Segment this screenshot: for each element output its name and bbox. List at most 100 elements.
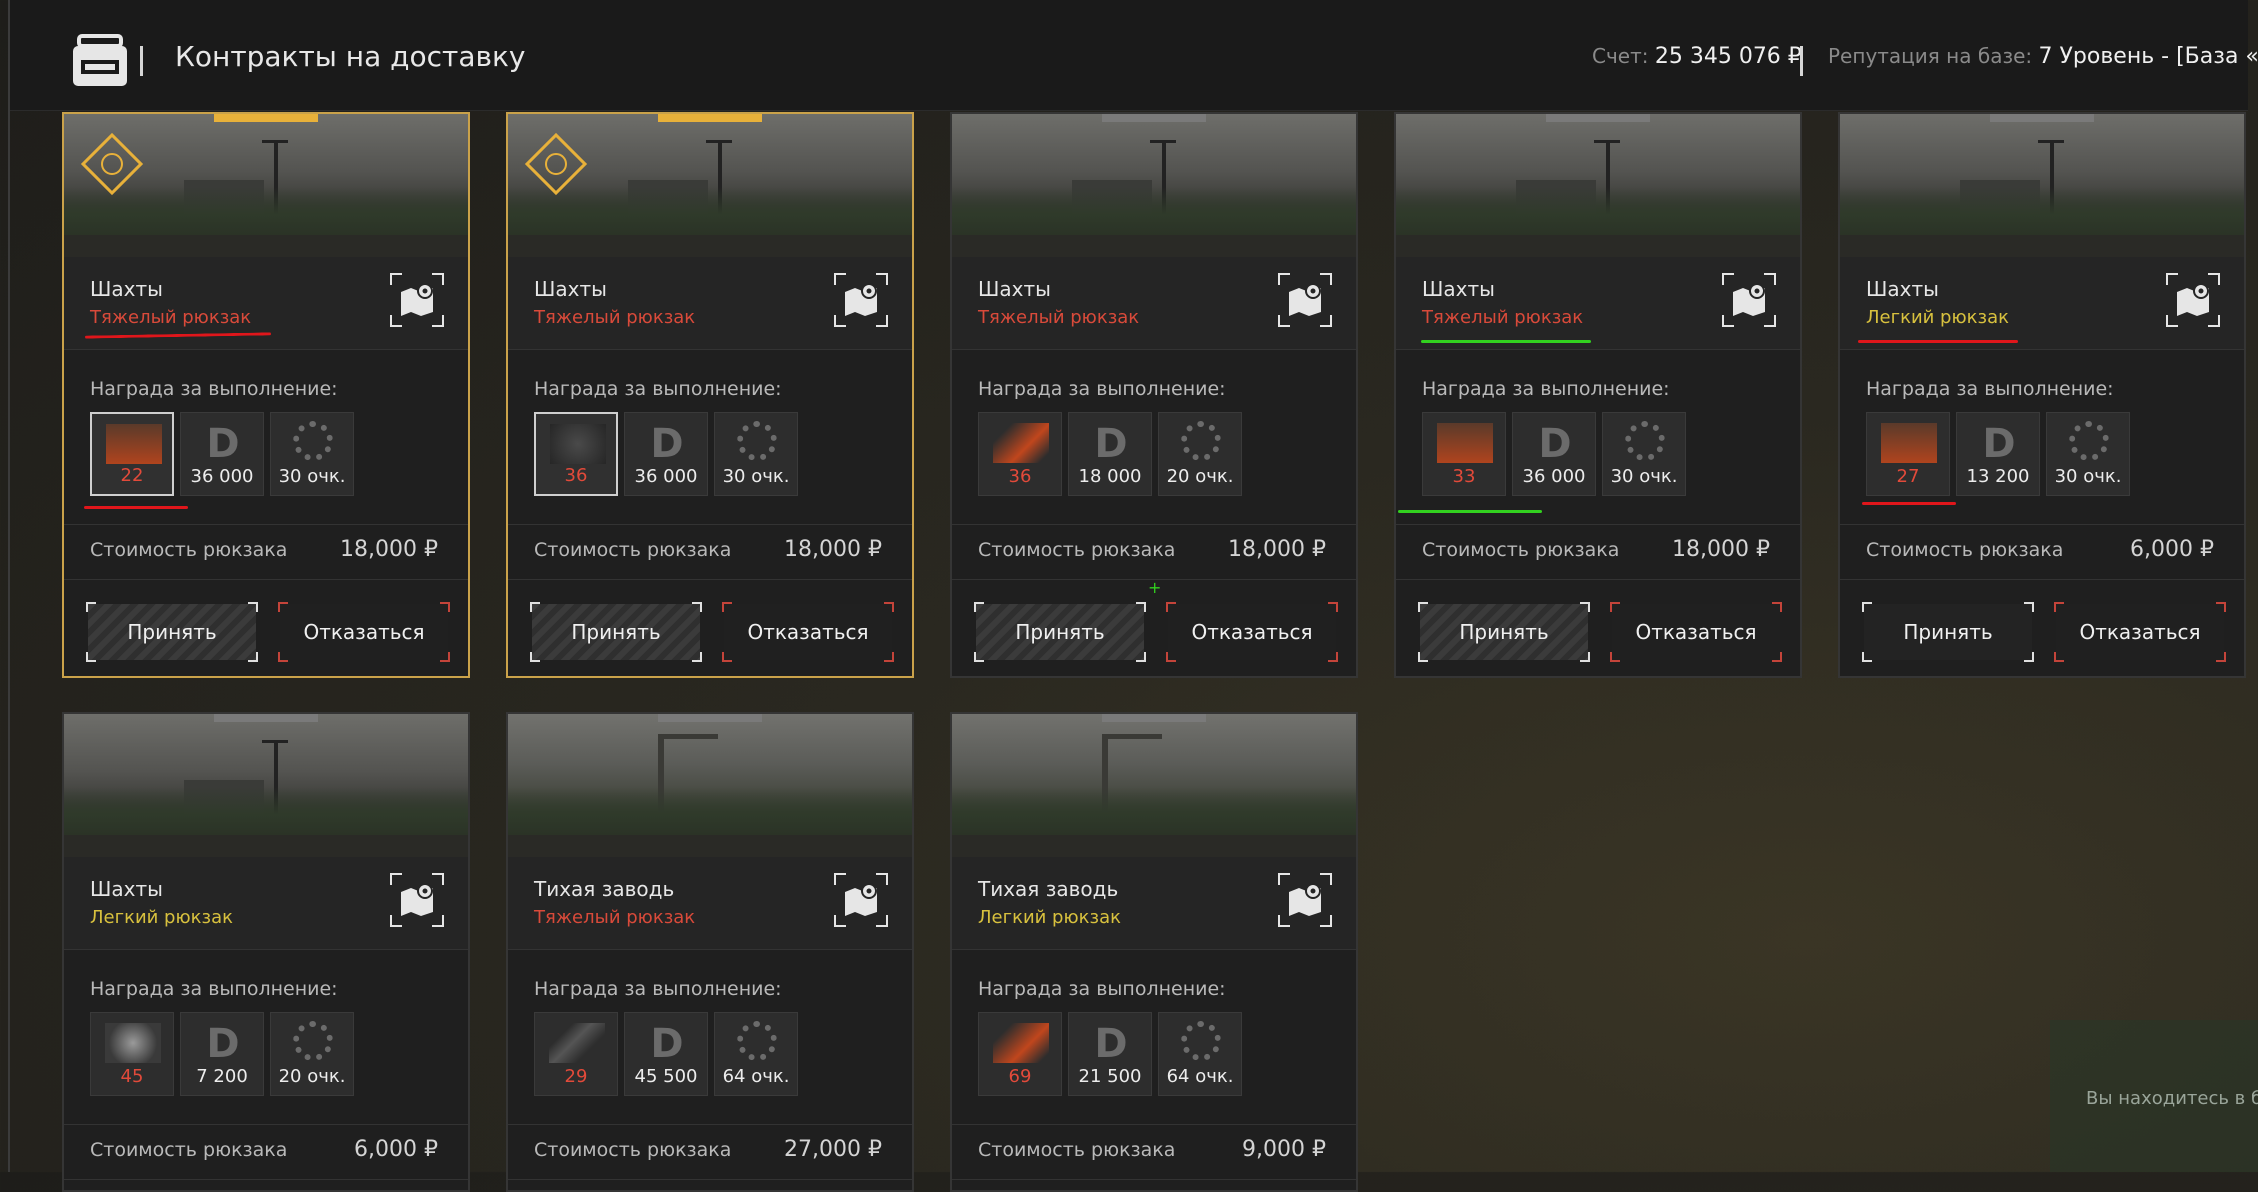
accept-button[interactable]: Принять: [532, 604, 700, 660]
decline-button[interactable]: Отказаться: [724, 604, 892, 660]
item-icon: [549, 1023, 605, 1063]
location-name: Шахты: [1422, 277, 1495, 301]
reward-value: 21 500: [1069, 1066, 1151, 1087]
reward-value: 36 000: [1513, 466, 1595, 487]
accept-button[interactable]: Принять: [1420, 604, 1588, 660]
header-bar: Контракты на доставку Счет: 25 345 076 ₽…: [10, 0, 2248, 111]
reward-money: D 13 200: [1956, 412, 2040, 496]
reward-item[interactable]: 33: [1422, 412, 1506, 496]
backpack-cost-row: Стоимость рюкзака 18,000 ₽: [952, 524, 1356, 580]
reputation-icon: [737, 421, 777, 461]
accept-button[interactable]: Принять: [88, 604, 256, 660]
backpack-type: Легкий рюкзак: [978, 907, 1121, 928]
contract-card[interactable]: Шахты Легкий рюкзак Награда за выполнени…: [1838, 112, 2246, 678]
card-info: Тихая заводь Легкий рюкзак: [952, 857, 1356, 950]
card-top-tab: [1990, 114, 2094, 122]
reward-points: 30 очк.: [2046, 412, 2130, 496]
location-preview-image: [508, 114, 912, 257]
reputation-value: 7 Уровень - [База «Зари»]: [2039, 44, 2258, 69]
reward-value: 36 000: [181, 466, 263, 487]
cost-label: Стоимость рюкзака: [90, 1139, 287, 1161]
item-icon: [106, 424, 162, 464]
contract-card[interactable]: Шахты Тяжелый рюкзак Награда за выполнен…: [62, 112, 470, 678]
decline-label: Отказаться: [1191, 620, 1312, 644]
map-button[interactable]: [1278, 873, 1332, 927]
decline-button[interactable]: Отказаться: [1168, 604, 1336, 660]
card-top-tab: [214, 114, 318, 122]
map-pin-icon: [1287, 282, 1323, 318]
reward-item[interactable]: 45: [90, 1012, 174, 1096]
currency-icon: D: [1537, 425, 1573, 463]
map-pin-icon: [1287, 882, 1323, 918]
reward-item[interactable]: 22: [90, 412, 174, 496]
balance-value: 25 345 076 ₽: [1655, 44, 1802, 69]
map-pin-icon: [1731, 282, 1767, 318]
reward-label: Награда за выполнение:: [1422, 378, 1670, 400]
cost-value: 18,000 ₽: [1672, 537, 1770, 562]
decline-button[interactable]: Отказаться: [1612, 604, 1780, 660]
cost-label: Стоимость рюкзака: [534, 539, 731, 561]
reward-value: 36 000: [625, 466, 707, 487]
annotation-underline: [1858, 340, 2018, 343]
backpack-type: Легкий рюкзак: [90, 907, 233, 928]
reward-item[interactable]: 36: [978, 412, 1062, 496]
annotation-underline: [84, 506, 188, 509]
map-button[interactable]: [834, 873, 888, 927]
map-button[interactable]: [390, 873, 444, 927]
map-button[interactable]: [390, 273, 444, 327]
backpack-type: Тяжелый рюкзак: [1422, 307, 1583, 328]
contract-card[interactable]: Шахты Тяжелый рюкзак Награда за выполнен…: [506, 112, 914, 678]
page-title: Контракты на доставку: [175, 40, 526, 73]
reward-value: 64 очк.: [715, 1066, 797, 1087]
reward-value: 33: [1423, 466, 1505, 487]
reward-money: D 36 000: [180, 412, 264, 496]
reward-points: 64 очк.: [1158, 1012, 1242, 1096]
location-name: Шахты: [90, 277, 163, 301]
reward-points: 30 очк.: [270, 412, 354, 496]
contract-card[interactable]: Шахты Легкий рюкзак Награда за выполнени…: [62, 712, 470, 1192]
cost-value: 9,000 ₽: [1242, 1137, 1326, 1162]
reward-label: Награда за выполнение:: [978, 978, 1226, 1000]
reputation-icon: [1181, 421, 1221, 461]
card-top-tab: [658, 114, 762, 122]
cost-label: Стоимость рюкзака: [90, 539, 287, 561]
backpack-cost-row: Стоимость рюкзака 18,000 ₽: [1396, 524, 1800, 580]
reward-points: 20 очк.: [1158, 412, 1242, 496]
map-button[interactable]: [2166, 273, 2220, 327]
map-button[interactable]: [1722, 273, 1776, 327]
backpack-icon: [65, 30, 135, 90]
card-top-tab: [1102, 114, 1206, 122]
decline-button[interactable]: Отказаться: [2056, 604, 2224, 660]
reward-value: 13 200: [1957, 466, 2039, 487]
reward-money: D 36 000: [624, 412, 708, 496]
backpack-cost-row: Стоимость рюкзака 6,000 ₽: [1840, 524, 2244, 580]
reward-money: D 21 500: [1068, 1012, 1152, 1096]
map-button[interactable]: [1278, 273, 1332, 327]
accept-button[interactable]: Принять: [1864, 604, 2032, 660]
backpack-type: Тяжелый рюкзак: [534, 907, 695, 928]
decline-button[interactable]: Отказаться: [280, 604, 448, 660]
reward-item[interactable]: 27: [1866, 412, 1950, 496]
contract-card[interactable]: Шахты Тяжелый рюкзак Награда за выполнен…: [1394, 112, 1802, 678]
reward-item[interactable]: 36: [534, 412, 618, 496]
backpack-type: Тяжелый рюкзак: [978, 307, 1139, 328]
contract-card[interactable]: Тихая заводь Тяжелый рюкзак Награда за в…: [506, 712, 914, 1192]
accept-label: Принять: [1015, 620, 1104, 644]
item-icon: [993, 423, 1049, 463]
location-preview-image: [64, 714, 468, 857]
card-info: Шахты Тяжелый рюкзак: [1396, 257, 1800, 350]
reward-value: 18 000: [1069, 466, 1151, 487]
location-name: Тихая заводь: [534, 877, 674, 901]
accept-button[interactable]: Принять: [976, 604, 1144, 660]
reward-item[interactable]: 69: [978, 1012, 1062, 1096]
cost-label: Стоимость рюкзака: [534, 1139, 731, 1161]
cost-label: Стоимость рюкзака: [1866, 539, 2063, 561]
reward-value: 30 очк.: [715, 466, 797, 487]
decline-label: Отказаться: [303, 620, 424, 644]
map-button[interactable]: [834, 273, 888, 327]
accept-label: Принять: [1459, 620, 1548, 644]
contract-card[interactable]: Тихая заводь Легкий рюкзак Награда за вы…: [950, 712, 1358, 1192]
reward-item[interactable]: 29: [534, 1012, 618, 1096]
location-preview-image: [1840, 114, 2244, 257]
decline-label: Отказаться: [1635, 620, 1756, 644]
